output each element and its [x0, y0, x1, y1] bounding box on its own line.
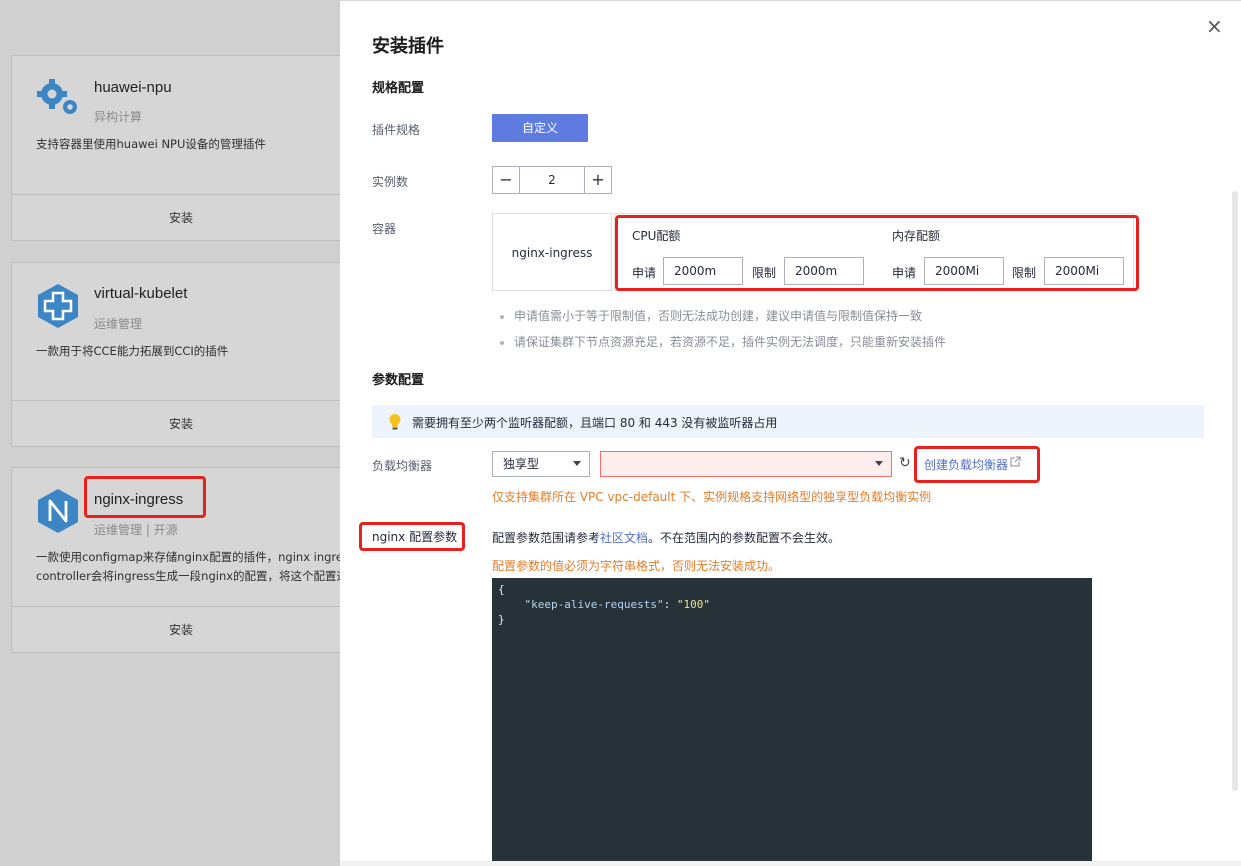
plugin-category: 运维管理 | 开源: [94, 523, 178, 537]
medical-cross-icon: [36, 283, 80, 332]
container-name: nginx-ingress: [492, 213, 612, 291]
install-button[interactable]: 安装: [12, 606, 350, 652]
container-label: 容器: [372, 222, 397, 236]
instance-stepper: − 2 +: [492, 166, 612, 194]
chevron-down-icon: [573, 461, 581, 466]
resource-tips: 申请值需小于等于限制值，否则无法成功创建，建议申请值与限制值保持一致 请保证集群…: [500, 303, 946, 355]
code-key: "keep-alive-requests": [524, 598, 664, 611]
highlight-box-resources: [615, 215, 1139, 291]
code-line: {: [498, 583, 505, 596]
refresh-icon[interactable]: ↻: [899, 454, 911, 472]
lb-warning: 仅支持集群所在 VPC vpc-default 下、实例规格支持网络型的独享型负…: [492, 490, 932, 504]
note-suffix: 。不在范围内的参数配置不会生效。: [648, 531, 841, 545]
plugin-name: virtual-kubelet: [94, 285, 188, 302]
tip-item: 申请值需小于等于限制值，否则无法成功创建，建议申请值与限制值保持一致: [500, 303, 946, 329]
nginx-logo-icon: [36, 488, 80, 537]
code-line: }: [498, 613, 505, 626]
lb-type-select[interactable]: 独享型: [492, 451, 590, 477]
plugin-description-line-2: controller会将ingress生成一段nginx的配置，将这个配置通: [36, 569, 346, 583]
code-colon: :: [663, 598, 677, 611]
custom-spec-button[interactable]: 自定义: [492, 114, 588, 142]
drawer-footer-edge: [340, 861, 1241, 866]
close-icon[interactable]: ×: [1206, 15, 1223, 37]
tip-item: 请保证集群下节点资源充足，若资源不足，插件实例无法调度，只能重新安装插件: [500, 329, 946, 355]
plugin-card-huawei-npu: huawei-npu 异构计算 支持容器里使用huawei NPU设备的管理插件…: [11, 55, 351, 241]
highlight-box-plugin-name: [84, 476, 206, 518]
drawer-title: 安装插件: [372, 36, 444, 57]
community-docs-link[interactable]: 社区文档: [600, 531, 648, 545]
plugin-card-virtual-kubelet: virtual-kubelet 运维管理 一款用于将CCE能力拓展到CCI的插件…: [11, 262, 351, 447]
plugin-category: 运维管理: [94, 317, 143, 331]
nginx-config-editor[interactable]: { "keep-alive-requests": "100" }: [492, 578, 1092, 866]
plugin-list-background: huawei-npu 异构计算 支持容器里使用huawei NPU设备的管理插件…: [0, 0, 351, 866]
string-format-warning: 配置参数的值必须为字符串格式，否则无法安装成功。: [492, 559, 781, 573]
param-note: 配置参数范围请参考社区文档。不在范围内的参数配置不会生效。: [492, 529, 840, 546]
instance-count-label: 实例数: [372, 175, 409, 189]
param-section-title: 参数配置: [372, 373, 425, 388]
code-line: "keep-alive-requests": "100": [498, 597, 1086, 612]
install-button[interactable]: 安装: [12, 400, 350, 446]
instance-count-input[interactable]: 2: [519, 167, 585, 193]
highlight-box-nginx-param: [359, 522, 465, 551]
lb-type-value: 独享型: [503, 457, 540, 471]
chevron-down-icon: [875, 461, 883, 466]
lightbulb-icon: [388, 413, 402, 434]
info-alert: 需要拥有至少两个监听器配额，且端口 80 和 443 没有被监听器占用: [372, 405, 1204, 438]
spec-section-title: 规格配置: [372, 81, 425, 96]
highlight-box-create-lb: [914, 446, 1040, 483]
plugin-description: 支持容器里使用huawei NPU设备的管理插件: [36, 137, 266, 151]
code-value: "100": [676, 598, 710, 611]
lb-instance-select[interactable]: [600, 451, 892, 477]
scrollbar[interactable]: [1232, 191, 1238, 791]
plugin-description: 一款用于将CCE能力拓展到CCI的插件: [36, 344, 229, 358]
increment-button[interactable]: +: [585, 167, 611, 193]
alert-text: 需要拥有至少两个监听器配额，且端口 80 和 443 没有被监听器占用: [412, 416, 778, 430]
plugin-name: huawei-npu: [94, 79, 172, 96]
install-button[interactable]: 安装: [12, 194, 350, 240]
gears-icon: [36, 78, 82, 121]
plugin-category: 异构计算: [94, 110, 143, 124]
decrement-button[interactable]: −: [493, 167, 519, 193]
plugin-description-line-1: 一款使用configmap来存储nginx配置的插件，nginx ingress: [36, 550, 346, 564]
note-prefix: 配置参数范围请参考: [492, 531, 601, 545]
install-plugin-drawer: × 安装插件 规格配置 插件规格 自定义 实例数 − 2 + 容器 nginx-…: [340, 0, 1241, 866]
load-balancer-label: 负载均衡器: [372, 459, 433, 473]
plugin-spec-label: 插件规格: [372, 123, 421, 137]
